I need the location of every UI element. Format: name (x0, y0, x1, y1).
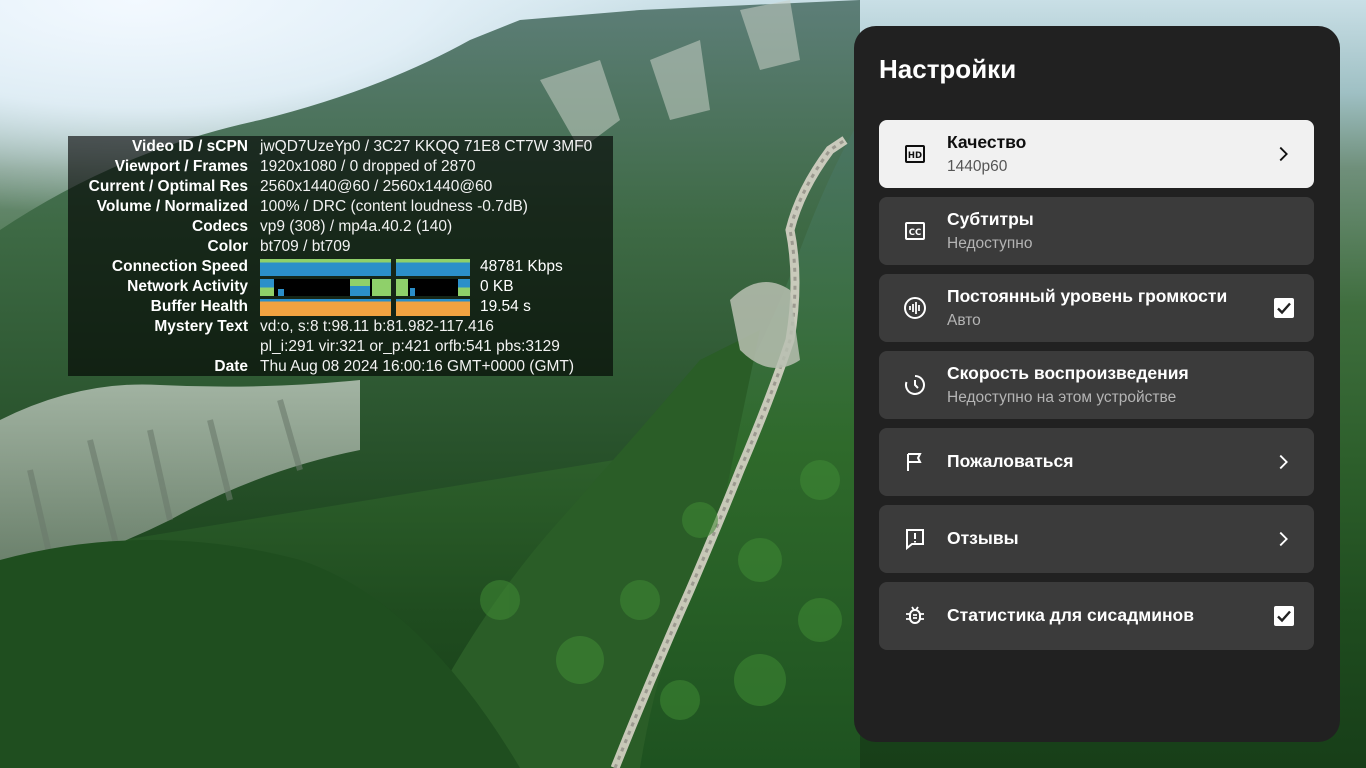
stats-value: bt709 / bt709 (260, 238, 351, 255)
menu-item-subtitle: 1440p60 (947, 158, 1008, 175)
stats-value: vp9 (308) / mp4a.40.2 (140) (260, 218, 453, 235)
stats-value: 2560x1440@60 / 2560x1440@60 (260, 178, 493, 195)
stats-for-nerds-checkbox[interactable] (1274, 606, 1294, 626)
settings-title: Настройки (879, 54, 1017, 84)
connection-speed-graph: 48781 Kbps (260, 257, 563, 277)
menu-item-title: Статистика для сисадминов (947, 605, 1194, 625)
settings-panel: Настройки HD Качество 1440p60 CC Субтитр… (854, 26, 1340, 742)
mystery-text-line-1: vd:o, s:8 t:98.11 b:81.982-117.416 (260, 318, 494, 335)
menu-item-title: Субтитры (947, 209, 1034, 229)
stats-row: Current / Optimal Res 2560x1440@60 / 256… (68, 177, 613, 197)
buffer-health-graph: 19.54 s (260, 297, 531, 317)
network-activity-value: 0 KB (480, 278, 514, 295)
menu-item-stats-for-nerds[interactable]: Статистика для сисадминов (879, 582, 1314, 650)
stats-label: Viewport / Frames (114, 158, 248, 175)
network-activity-graph: 0 KB (260, 277, 514, 297)
menu-item-subtitle: Авто (947, 312, 981, 329)
checkmark-icon (1277, 610, 1291, 623)
menu-item-title: Отзывы (947, 528, 1019, 548)
stats-row: Color bt709 / bt709 (68, 237, 613, 257)
playback-speed-icon (903, 373, 927, 397)
stats-value: 100% / DRC (content loudness -0.7dB) (260, 198, 528, 215)
network-graph-bar (260, 278, 391, 296)
speed-graph-bar (260, 258, 391, 276)
menu-item-stable-volume[interactable]: Постоянный уровень громкости Авто (879, 274, 1314, 342)
stats-label: Buffer Health (150, 298, 248, 315)
buffer-graph-bar (396, 298, 470, 316)
stats-value: 1920x1080 / 0 dropped of 2870 (260, 158, 476, 175)
stats-label: Codecs (192, 218, 248, 235)
date-value: Thu Aug 08 2024 16:00:16 GMT+0000 (GMT) (260, 358, 575, 375)
buffer-health-value: 19.54 s (480, 298, 531, 315)
stats-label: Date (214, 358, 248, 375)
menu-item-quality[interactable]: HD Качество 1440p60 (879, 120, 1314, 188)
stable-volume-checkbox[interactable] (1274, 298, 1294, 318)
mystery-text-row-2: pl_i:291 vir:321 or_p:421 orfb:541 pbs:3… (68, 337, 613, 357)
stats-row: Viewport / Frames 1920x1080 / 0 dropped … (68, 157, 613, 177)
stats-row: Codecs vp9 (308) / mp4a.40.2 (140) (68, 217, 613, 237)
mystery-text-row: Mystery Text vd:o, s:8 t:98.11 b:81.982-… (68, 317, 613, 337)
closed-captions-icon: CC (903, 219, 927, 243)
chevron-right-icon (1272, 451, 1294, 473)
stats-label: Current / Optimal Res (88, 178, 248, 195)
chevron-right-icon (1272, 143, 1294, 165)
stats-row: Video ID / sCPN jwQD7UzeYp0 / 3C27 KKQQ … (68, 137, 613, 157)
connection-speed-value: 48781 Kbps (480, 258, 563, 275)
hd-icon: HD (903, 142, 927, 166)
stats-label: Mystery Text (154, 318, 248, 335)
flag-icon (903, 450, 927, 474)
svg-text:HD: HD (908, 151, 922, 161)
menu-item-title: Скорость воспроизведения (947, 363, 1189, 383)
stats-label: Volume / Normalized (96, 198, 248, 215)
buffer-graph-bar (260, 298, 391, 316)
stats-value[interactable]: jwQD7UzeYp0 / 3C27 KKQQ 71E8 CT7W 3MF0 (260, 137, 592, 157)
mystery-text-line-2: pl_i:291 vir:321 or_p:421 orfb:541 pbs:3… (260, 338, 560, 355)
menu-item-feedback[interactable]: Отзывы (879, 505, 1314, 573)
menu-item-report[interactable]: Пожаловаться (879, 428, 1314, 496)
speed-graph-bar (396, 258, 470, 276)
chevron-right-icon (1272, 528, 1294, 550)
buffer-health-row: Buffer Health 19.54 s (68, 297, 613, 317)
menu-item-playback-speed[interactable]: Скорость воспроизведения Недоступно на э… (879, 351, 1314, 419)
date-row: Date Thu Aug 08 2024 16:00:16 GMT+0000 (… (68, 357, 613, 377)
menu-item-subtitle: Недоступно на этом устройстве (947, 389, 1177, 406)
menu-item-subtitles[interactable]: CC Субтитры Недоступно (879, 197, 1314, 265)
menu-item-title: Пожаловаться (947, 451, 1074, 471)
stats-label: Connection Speed (111, 258, 248, 275)
network-graph-bar (396, 278, 470, 296)
stats-label: Video ID / sCPN (132, 138, 248, 155)
menu-item-subtitle: Недоступно (947, 235, 1033, 252)
checkmark-icon (1277, 302, 1291, 315)
stats-label: Network Activity (127, 278, 248, 295)
bug-icon (903, 604, 927, 628)
svg-text:CC: CC (909, 228, 921, 238)
menu-item-title: Постоянный уровень громкости (947, 286, 1228, 306)
feedback-icon (903, 527, 927, 551)
stats-row: Volume / Normalized 100% / DRC (content … (68, 197, 613, 217)
stats-label: Color (207, 238, 248, 255)
stats-for-nerds-panel: Video ID / sCPN jwQD7UzeYp0 / 3C27 KKQQ … (68, 136, 613, 376)
connection-speed-row: Connection Speed 48781 Kbps (68, 257, 613, 277)
volume-level-icon (903, 296, 927, 320)
network-activity-row: Network Activity 0 KB (68, 277, 613, 297)
menu-item-title: Качество (947, 132, 1027, 152)
